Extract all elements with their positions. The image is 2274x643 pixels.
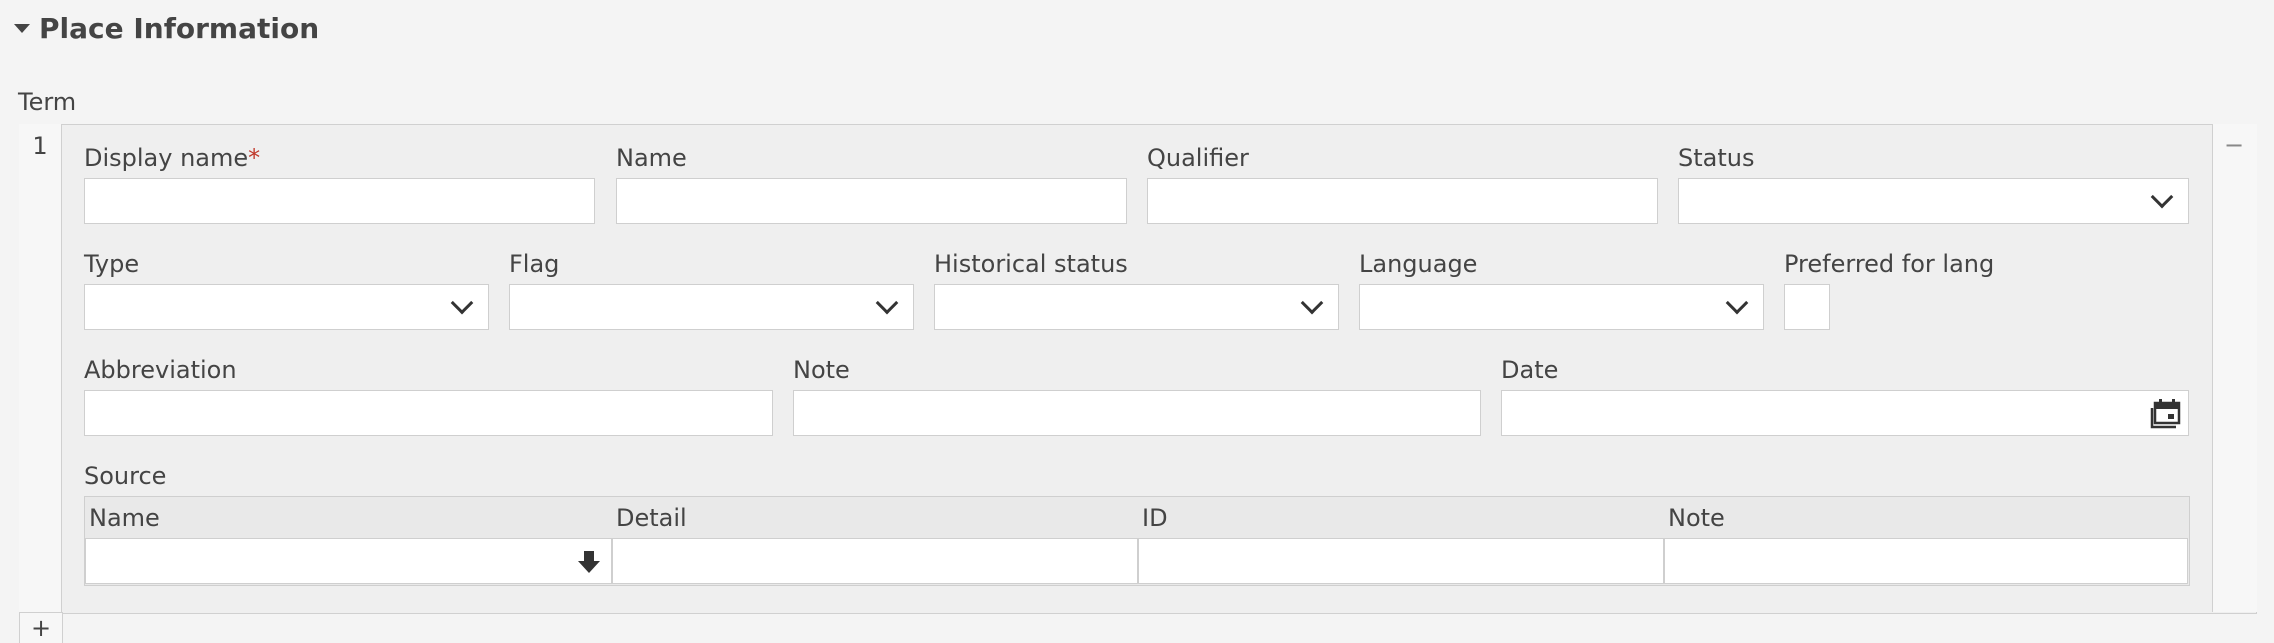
caret-down-icon bbox=[14, 23, 30, 33]
abbreviation-input[interactable] bbox=[84, 390, 773, 436]
flag-label: Flag bbox=[509, 250, 560, 278]
required-marker: * bbox=[248, 144, 261, 172]
preferred-for-lang-checkbox[interactable] bbox=[1784, 284, 1830, 330]
abbreviation-label: Abbreviation bbox=[84, 356, 237, 384]
row-gutter bbox=[19, 124, 62, 612]
source-detail-input[interactable] bbox=[612, 538, 1138, 584]
source-col-note: Note bbox=[1668, 504, 1725, 532]
chevron-down-icon bbox=[869, 285, 905, 329]
note-input[interactable] bbox=[793, 390, 1481, 436]
chevron-down-icon bbox=[1719, 285, 1755, 329]
source-id-input[interactable] bbox=[1138, 538, 1664, 584]
historical-status-label: Historical status bbox=[934, 250, 1128, 278]
row-number: 1 bbox=[32, 132, 48, 160]
source-col-name: Name bbox=[89, 504, 160, 532]
qualifier-input[interactable] bbox=[1147, 178, 1658, 224]
type-label: Type bbox=[84, 250, 140, 278]
flag-select[interactable] bbox=[509, 284, 914, 330]
source-label: Source bbox=[84, 462, 167, 490]
preferred-for-lang-label: Preferred for lang bbox=[1784, 250, 1995, 278]
term-label: Term bbox=[18, 88, 77, 116]
chevron-down-icon bbox=[1294, 285, 1330, 329]
language-select[interactable] bbox=[1359, 284, 1764, 330]
status-select[interactable] bbox=[1678, 178, 2189, 224]
date-input[interactable] bbox=[1501, 390, 2189, 436]
display-name-input[interactable] bbox=[84, 178, 595, 224]
name-label: Name bbox=[616, 144, 687, 172]
source-col-id: ID bbox=[1142, 504, 1168, 532]
type-select[interactable] bbox=[84, 284, 489, 330]
source-name-input[interactable] bbox=[85, 538, 612, 584]
status-label: Status bbox=[1678, 144, 1755, 172]
row-actions-gutter bbox=[2212, 124, 2257, 612]
remove-row-button[interactable]: − bbox=[2212, 130, 2256, 160]
download-arrow-icon[interactable] bbox=[577, 549, 601, 575]
source-col-detail: Detail bbox=[616, 504, 687, 532]
section-title: Place Information bbox=[39, 11, 320, 45]
add-row-button[interactable]: + bbox=[19, 612, 63, 643]
language-label: Language bbox=[1359, 250, 1478, 278]
source-note-input[interactable] bbox=[1664, 538, 2188, 584]
calendar-icon[interactable] bbox=[2148, 395, 2184, 431]
date-label: Date bbox=[1501, 356, 1559, 384]
chevron-down-icon bbox=[2144, 179, 2180, 223]
chevron-down-icon bbox=[444, 285, 480, 329]
note-label: Note bbox=[793, 356, 850, 384]
display-name-label: Display name* bbox=[84, 144, 261, 172]
section-toggle[interactable]: Place Information bbox=[14, 8, 319, 48]
qualifier-label: Qualifier bbox=[1147, 144, 1249, 172]
historical-status-select[interactable] bbox=[934, 284, 1339, 330]
name-input[interactable] bbox=[616, 178, 1127, 224]
